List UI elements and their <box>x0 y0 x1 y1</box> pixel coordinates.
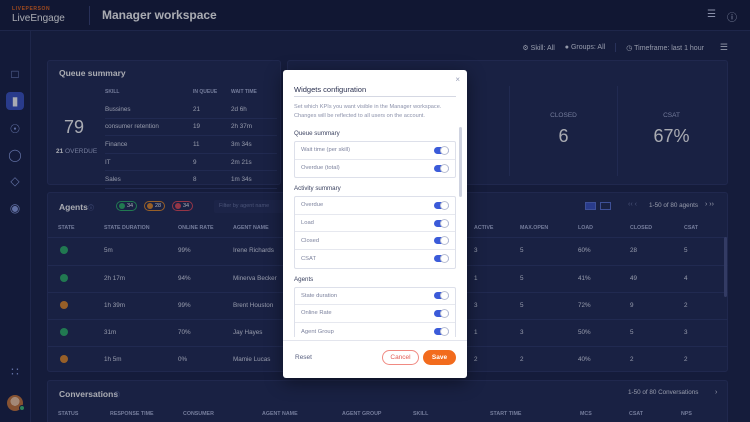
list-item: CSAT <box>295 250 455 268</box>
list-item: State duration <box>295 288 455 306</box>
modal-title: Widgets configuration <box>294 85 367 94</box>
widgets-config-modal: × Widgets configuration Set which KPIs y… <box>283 70 467 378</box>
widgets-list[interactable]: Queue summary Wait time (per skill) Over… <box>294 127 464 337</box>
close-icon[interactable]: × <box>455 75 460 84</box>
section-title: Queue summary <box>294 130 340 137</box>
list-item: Closed <box>295 232 455 250</box>
list-item: Overdue <box>295 197 455 215</box>
toggle[interactable] <box>434 327 449 337</box>
toggle[interactable] <box>434 308 449 318</box>
activity-summary-group: Overdue Load Closed CSAT <box>294 196 456 269</box>
divider <box>294 96 456 97</box>
list-item: Agent Group <box>295 323 455 337</box>
list-item: Online Rate <box>295 305 455 323</box>
section-title: Agents <box>294 275 314 283</box>
save-button[interactable]: Save <box>423 350 456 365</box>
list-item: Overdue (total) <box>295 160 455 178</box>
toggle[interactable] <box>434 218 449 228</box>
section-title: Activity summary <box>294 185 341 193</box>
toggle[interactable] <box>434 145 449 155</box>
toggle[interactable] <box>434 200 449 210</box>
modal-description: Set which KPIs you want visible in the M… <box>294 104 442 119</box>
divider <box>283 340 467 341</box>
agents-group: State duration Online Rate Agent Group <box>294 286 456 337</box>
reset-button[interactable]: Reset <box>295 354 312 361</box>
queue-summary-group: Wait time (per skill) Overdue (total) <box>294 141 456 179</box>
modal-scrollbar[interactable] <box>459 127 462 197</box>
toggle[interactable] <box>434 291 449 301</box>
toggle[interactable] <box>434 163 449 173</box>
toggle[interactable] <box>434 236 449 246</box>
cancel-button[interactable]: Cancel <box>382 350 419 365</box>
list-item: Load <box>295 215 455 233</box>
list-item: Wait time (per skill) <box>295 142 455 160</box>
toggle[interactable] <box>434 254 449 264</box>
